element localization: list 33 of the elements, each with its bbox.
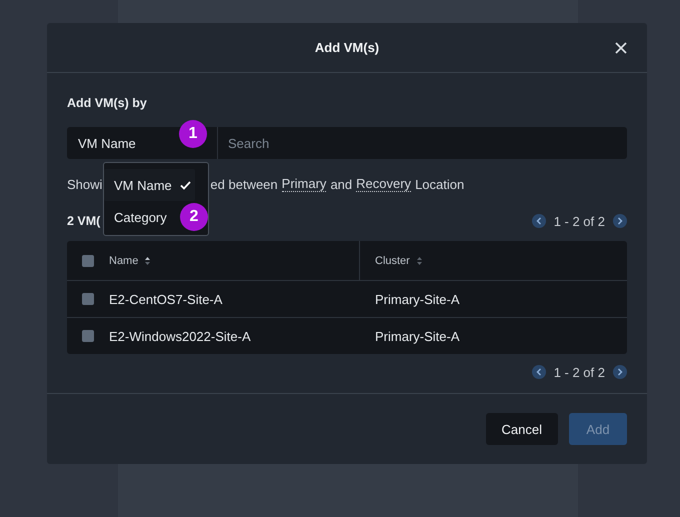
column-header[interactable]: Cluster bbox=[375, 254, 410, 266]
next-page-icon[interactable] bbox=[613, 214, 627, 228]
annotation-badge: 2 bbox=[180, 203, 208, 231]
next-page-icon[interactable] bbox=[613, 365, 627, 379]
dialog-title: Add VM(s) bbox=[314, 40, 380, 55]
add-by-label: Add VM(s) by bbox=[67, 96, 148, 110]
table-cell: Primary-Site-A bbox=[375, 292, 460, 306]
menu-option[interactable]: VM Name bbox=[104, 169, 195, 201]
close-icon[interactable] bbox=[615, 42, 627, 54]
vm-count: 2 VM( bbox=[67, 214, 100, 228]
page-range: 1 - 2 of 2 bbox=[554, 214, 605, 228]
table-cell: E2-CentOS7-Site-A bbox=[109, 292, 222, 306]
info-text: and bbox=[330, 176, 352, 192]
search-field[interactable]: Search bbox=[218, 127, 627, 159]
cancel-button[interactable]: Cancel bbox=[486, 413, 558, 445]
row-checkbox[interactable] bbox=[82, 330, 94, 342]
menu-option[interactable]: Category bbox=[104, 201, 171, 233]
check-icon bbox=[180, 180, 191, 190]
row-checkbox[interactable] bbox=[82, 293, 94, 305]
info-text: Location bbox=[415, 176, 464, 192]
recovery-link[interactable]: Recovery bbox=[356, 176, 412, 192]
previous-page-icon[interactable] bbox=[532, 365, 546, 379]
table-cell: Primary-Site-A bbox=[375, 328, 460, 344]
primary-link[interactable]: Primary bbox=[282, 176, 326, 192]
info-text: ed between bbox=[210, 176, 278, 192]
page-range: 1 - 2 of 2 bbox=[554, 364, 605, 380]
select-all-checkbox[interactable] bbox=[82, 254, 94, 266]
info-text: Showi bbox=[67, 176, 102, 192]
previous-page-icon[interactable] bbox=[532, 214, 546, 228]
column-header[interactable]: Name bbox=[109, 254, 138, 266]
table-cell: E2-Windows2022-Site-A bbox=[109, 328, 251, 344]
annotation-badge: 1 bbox=[179, 120, 207, 148]
sort-icon[interactable] bbox=[145, 256, 150, 264]
